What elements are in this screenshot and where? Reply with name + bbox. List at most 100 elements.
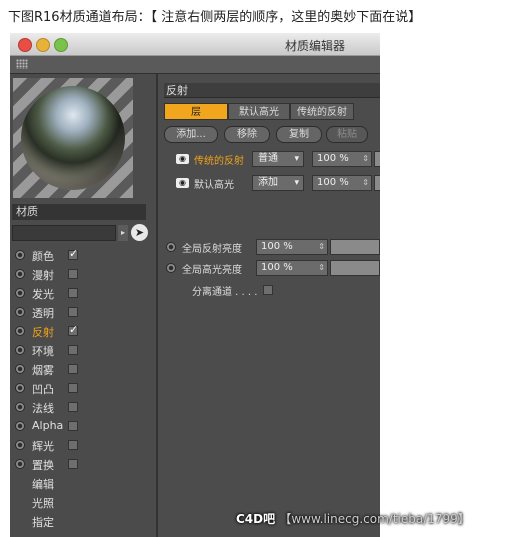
radio-icon[interactable] xyxy=(15,250,25,260)
channel-item-editor[interactable]: 编辑 xyxy=(10,474,156,493)
radio-icon[interactable] xyxy=(15,421,25,431)
channel-item-alpha[interactable]: Alpha xyxy=(10,417,156,436)
blend-mode-select[interactable]: 普通 xyxy=(252,151,304,167)
toolbar xyxy=(10,56,380,74)
radio-icon[interactable] xyxy=(15,402,25,412)
layer-row-default-specular[interactable]: ◉ 默认高光 添加 100 % xyxy=(172,175,380,192)
global-reflection-field[interactable]: 100 % xyxy=(256,239,328,255)
channel-checkbox[interactable] xyxy=(68,440,78,450)
radio-icon[interactable] xyxy=(15,440,25,450)
eye-icon[interactable]: ◉ xyxy=(176,154,189,164)
watermark-brand: C4D吧 xyxy=(236,512,276,526)
paste-layer-button[interactable]: 粘贴 xyxy=(326,126,368,143)
channel-label: 辉光 xyxy=(32,440,54,453)
watermark: C4D吧 【www.linecg.com/tieba/1799】 xyxy=(236,510,470,527)
channel-checkbox[interactable] xyxy=(68,459,78,469)
layer-amount-slider[interactable] xyxy=(374,151,380,167)
channel-label: 透明 xyxy=(32,307,54,320)
channel-checkbox[interactable] xyxy=(68,323,78,336)
tab-legacy-reflection[interactable]: 传统的反射 xyxy=(290,103,354,120)
global-reflection-slider[interactable] xyxy=(330,239,380,255)
arrow-right-icon[interactable]: ▸ xyxy=(118,225,128,241)
separate-pass-label: 分离通道 . . . . xyxy=(192,287,258,298)
material-preview[interactable] xyxy=(13,78,133,198)
layer-amount-field[interactable]: 100 % xyxy=(312,175,372,191)
radio-icon[interactable] xyxy=(15,459,25,469)
channel-checkbox[interactable] xyxy=(68,402,78,412)
channel-label: Alpha xyxy=(32,419,64,432)
radio-icon[interactable] xyxy=(166,263,176,273)
separate-pass-checkbox[interactable] xyxy=(263,285,273,295)
channel-item-normal[interactable]: 法线 xyxy=(10,398,156,417)
global-specular-slider[interactable] xyxy=(330,260,380,276)
material-name-label: 材质 xyxy=(12,204,146,220)
channel-item-diffusion[interactable]: 漫射 xyxy=(10,265,156,284)
separate-pass-row: 分离通道 . . . . xyxy=(164,281,380,298)
grip-icon[interactable] xyxy=(16,59,28,69)
channel-item-assignment[interactable]: 指定 xyxy=(10,512,156,531)
layer-name: 默认高光 xyxy=(194,180,234,191)
tab-layers[interactable]: 层 xyxy=(164,103,228,120)
channel-label: 颜色 xyxy=(32,250,54,263)
preview-sphere xyxy=(21,86,125,190)
channel-item-reflectance[interactable]: 反射 xyxy=(10,322,156,341)
layer-name: 传统的反射 xyxy=(194,156,244,167)
tab-default-specular[interactable]: 默认高光 xyxy=(228,103,290,120)
right-panel: 反射 层 默认高光 传统的反射 添加... 移除 复制 粘贴 ◉ 传统的反射 普… xyxy=(158,74,380,537)
channel-label: 指定 xyxy=(32,516,54,529)
radio-icon[interactable] xyxy=(15,383,25,393)
channel-checkbox[interactable] xyxy=(68,247,78,260)
channel-item-displacement[interactable]: 置换 xyxy=(10,455,156,474)
layer-amount-field[interactable]: 100 % xyxy=(312,151,372,167)
remove-layer-button[interactable]: 移除 xyxy=(224,126,270,143)
channel-label: 凹凸 xyxy=(32,383,54,396)
channel-item-bump[interactable]: 凹凸 xyxy=(10,379,156,398)
material-name-field[interactable] xyxy=(12,225,116,241)
channel-label: 漫射 xyxy=(32,269,54,282)
watermark-url: 【www.linecg.com/tieba/1799】 xyxy=(279,512,470,526)
copy-layer-button[interactable]: 复制 xyxy=(276,126,322,143)
radio-icon[interactable] xyxy=(15,326,25,336)
layer-row-legacy-reflection[interactable]: ◉ 传统的反射 普通 100 % xyxy=(172,151,380,168)
radio-icon[interactable] xyxy=(15,288,25,298)
global-specular-label: 全局高光亮度 xyxy=(182,265,242,276)
channel-item-environment[interactable]: 环境 xyxy=(10,341,156,360)
eye-icon[interactable]: ◉ xyxy=(176,178,189,188)
channel-label: 烟雾 xyxy=(32,364,54,377)
channel-checkbox[interactable] xyxy=(68,269,78,279)
channel-label: 法线 xyxy=(32,402,54,415)
cursor-picker-icon[interactable]: ➤ xyxy=(131,224,148,241)
global-reflection-row: 全局反射亮度 100 % xyxy=(164,239,380,255)
channel-label: 发光 xyxy=(32,288,54,301)
channel-item-color[interactable]: 颜色 xyxy=(10,246,156,265)
add-layer-button[interactable]: 添加... xyxy=(164,126,218,143)
channel-checkbox[interactable] xyxy=(68,307,78,317)
radio-icon[interactable] xyxy=(15,345,25,355)
channel-checkbox[interactable] xyxy=(68,383,78,393)
channel-item-illumination[interactable]: 光照 xyxy=(10,493,156,512)
layer-amount-slider[interactable] xyxy=(374,175,380,191)
global-specular-field[interactable]: 100 % xyxy=(256,260,328,276)
channel-item-fog[interactable]: 烟雾 xyxy=(10,360,156,379)
radio-icon[interactable] xyxy=(15,364,25,374)
channel-checkbox[interactable] xyxy=(68,288,78,298)
channel-checkbox[interactable] xyxy=(68,345,78,355)
blend-mode-select[interactable]: 添加 xyxy=(252,175,304,191)
channel-item-glow[interactable]: 辉光 xyxy=(10,436,156,455)
radio-icon[interactable] xyxy=(166,242,176,252)
channel-checkbox[interactable] xyxy=(68,421,78,431)
section-title: 反射 xyxy=(164,83,380,98)
channel-label: 反射 xyxy=(32,326,54,339)
channel-label: 编辑 xyxy=(32,478,54,491)
window-title: 材质编辑器 xyxy=(284,39,345,53)
channel-list: 颜色 漫射 发光 透明 反射 xyxy=(10,246,156,531)
radio-icon[interactable] xyxy=(15,307,25,317)
channel-item-transparency[interactable]: 透明 xyxy=(10,303,156,322)
channel-item-luminance[interactable]: 发光 xyxy=(10,284,156,303)
channel-label: 环境 xyxy=(32,345,54,358)
global-specular-row: 全局高光亮度 100 % xyxy=(164,260,380,276)
channel-checkbox[interactable] xyxy=(68,364,78,374)
left-panel: 材质 ▸ ➤ 颜色 漫射 发光 透明 xyxy=(10,74,156,537)
material-editor-window: 材质编辑器 材质 ▸ ➤ 颜色 漫射 发光 xyxy=(10,33,380,537)
radio-icon[interactable] xyxy=(15,269,25,279)
